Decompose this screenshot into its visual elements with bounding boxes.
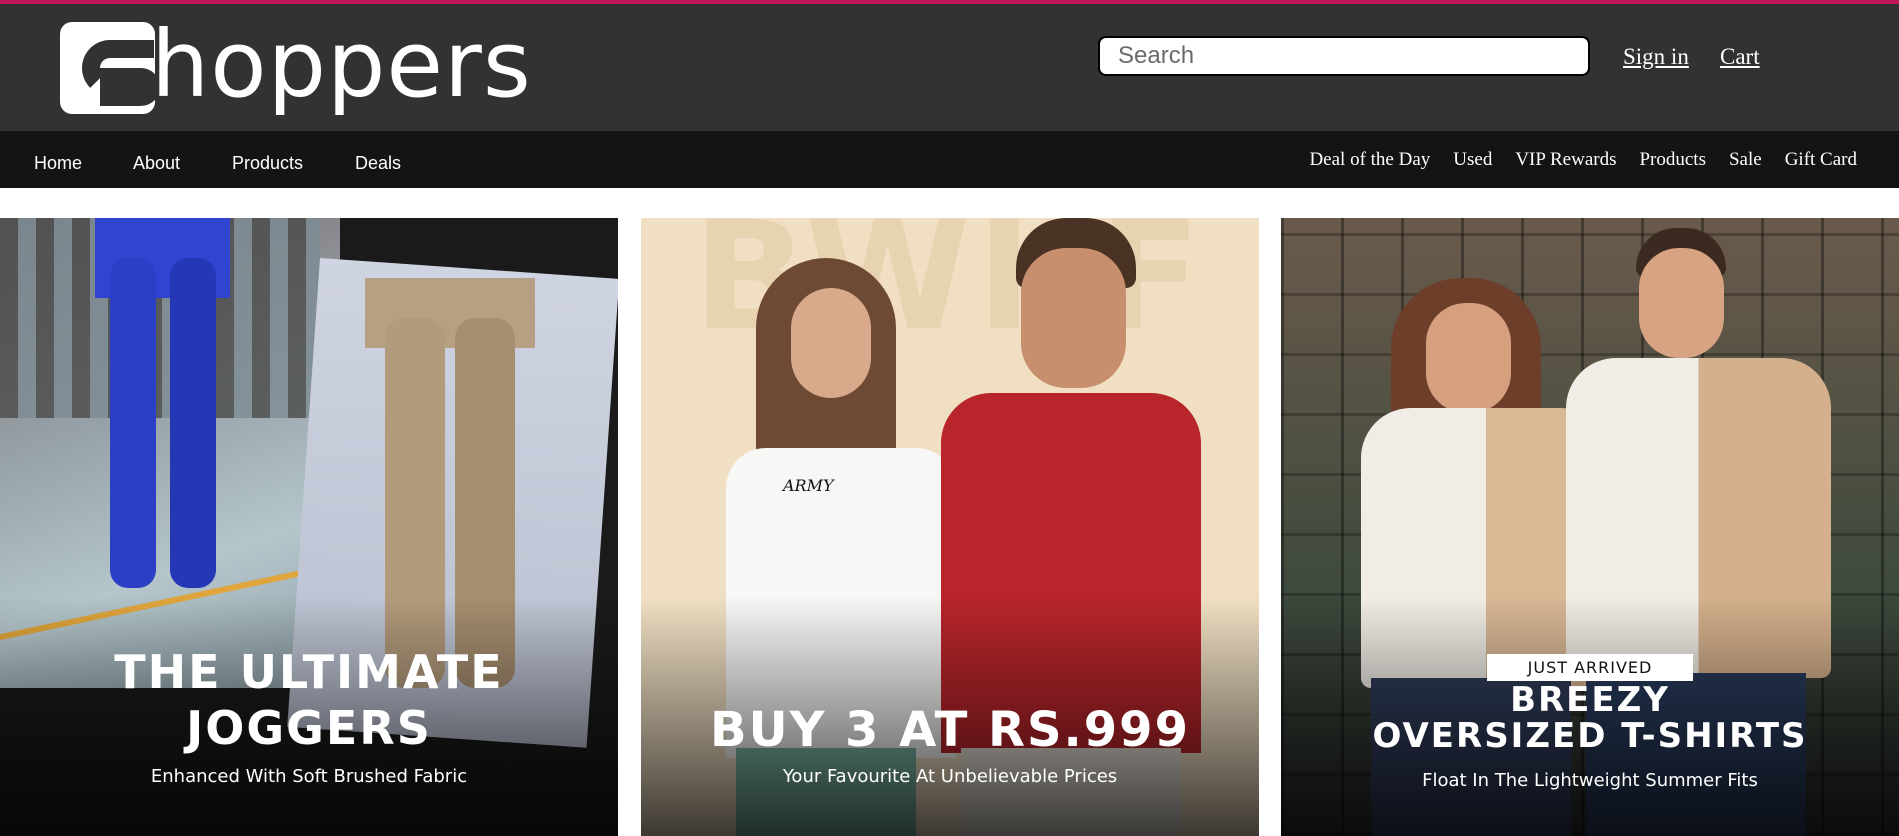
nav-deal-of-the-day[interactable]: Deal of the Day xyxy=(1309,149,1430,171)
banner-oversized-tshirts[interactable]: JUST ARRIVED BREEZY OVERSIZED T-SHIRTS F… xyxy=(1281,218,1899,836)
joggers-subtitle: Enhanced With Soft Brushed Fabric xyxy=(150,766,468,787)
banner-joggers[interactable]: THE ULTIMATE JOGGERS Enhanced With Soft … xyxy=(0,218,618,836)
just-arrived-badge: JUST ARRIVED xyxy=(1487,654,1693,681)
nav-products-secondary[interactable]: Products xyxy=(1639,149,1706,171)
oversized-title: BREEZY OVERSIZED T-SHIRTS xyxy=(1372,680,1808,756)
nav-about[interactable]: About xyxy=(133,153,180,174)
joggers-title: THE ULTIMATE JOGGERS xyxy=(114,645,504,755)
main-navigation: Home About Products Deals Deal of the Da… xyxy=(0,131,1899,188)
nav-deals[interactable]: Deals xyxy=(355,153,401,174)
promo-banners: THE ULTIMATE JOGGERS Enhanced With Soft … xyxy=(0,218,1899,836)
nav-sale[interactable]: Sale xyxy=(1729,149,1762,171)
search-input[interactable] xyxy=(1098,36,1590,76)
site-header: hoppers Sign in Cart xyxy=(0,4,1899,131)
oversized-subtitle: Float In The Lightweight Summer Fits xyxy=(1422,770,1758,791)
cart-link[interactable]: Cart xyxy=(1720,44,1760,70)
nav-home[interactable]: Home xyxy=(34,153,82,174)
nav-gift-card[interactable]: Gift Card xyxy=(1785,149,1857,171)
nav-products[interactable]: Products xyxy=(232,153,303,174)
nav-vip-rewards[interactable]: VIP Rewards xyxy=(1515,149,1616,171)
brand-watermark-text: BWKF xyxy=(692,218,1208,364)
nav-used[interactable]: Used xyxy=(1453,149,1492,171)
sign-in-link[interactable]: Sign in xyxy=(1623,44,1689,70)
shoppers-logo[interactable]: hoppers xyxy=(60,16,540,120)
logo-s-badge-icon xyxy=(60,22,155,114)
banner-buy-3[interactable]: BWKF ARMY BUY 3 AT RS.999 Your Favourite… xyxy=(641,218,1259,836)
buy-3-subtitle: Your Favourite At Unbelievable Prices xyxy=(782,766,1118,787)
logo-wordmark: hoppers xyxy=(151,11,532,118)
shirt-print-text: ARMY xyxy=(783,476,834,495)
buy-3-title: BUY 3 AT RS.999 xyxy=(710,702,1190,758)
secondary-nav-links: Deal of the Day Used VIP Rewards Product… xyxy=(1309,149,1857,171)
